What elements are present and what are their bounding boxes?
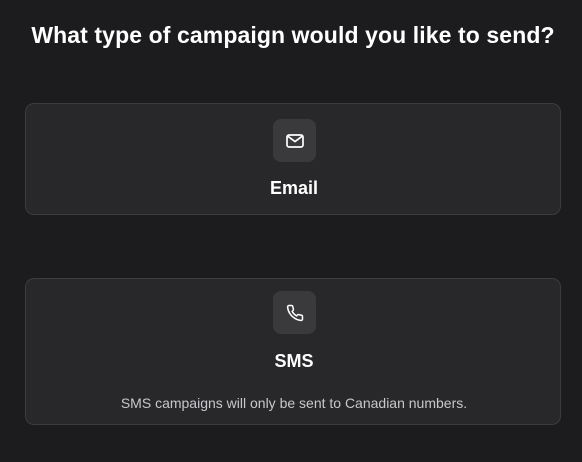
phone-icon	[286, 304, 303, 321]
sms-option-description: SMS campaigns will only be sent to Canad…	[120, 395, 468, 411]
sms-icon-container	[273, 291, 316, 334]
sms-campaign-option[interactable]: SMS SMS campaigns will only be sent to C…	[25, 278, 561, 425]
email-icon-container	[273, 119, 316, 162]
page-title: What type of campaign would you like to …	[31, 22, 555, 48]
sms-option-label: SMS	[274, 351, 314, 371]
email-campaign-option[interactable]: Email	[25, 103, 561, 215]
envelope-icon	[285, 133, 304, 148]
email-option-label: Email	[269, 178, 319, 198]
